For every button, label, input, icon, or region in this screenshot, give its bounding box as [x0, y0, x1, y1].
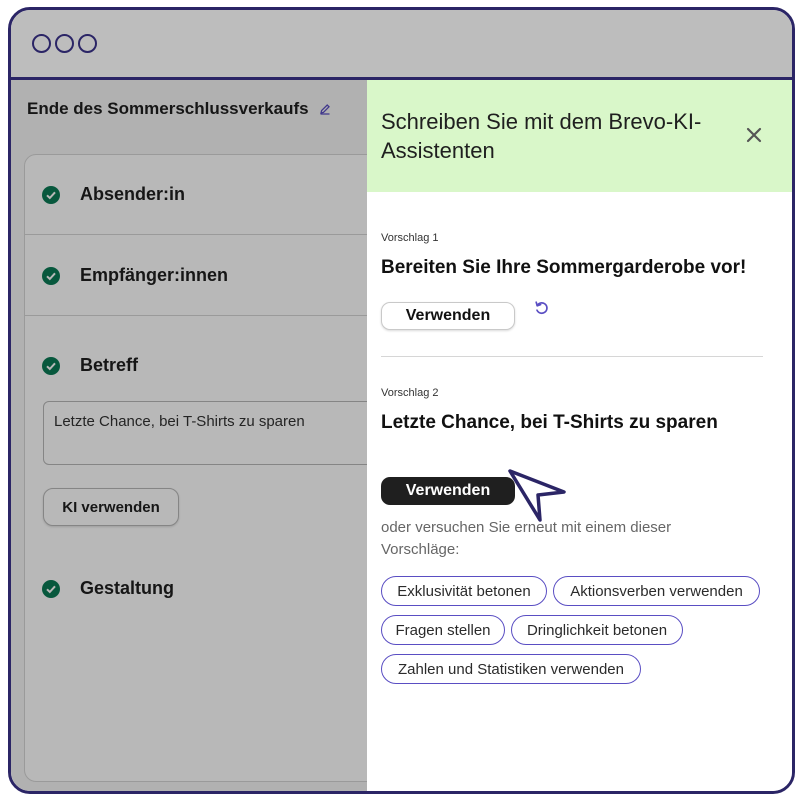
prompt-chip[interactable]: Zahlen und Statistiken verwenden [381, 654, 641, 684]
prompt-chip[interactable]: Dringlichkeit betonen [511, 615, 683, 645]
panel-header: Schreiben Sie mit dem Brevo-KI-Assistent… [367, 80, 792, 192]
refresh-icon[interactable] [533, 299, 551, 317]
divider [381, 356, 763, 357]
window-controls [32, 34, 97, 53]
use-suggestion-button[interactable]: Verwenden [381, 302, 515, 330]
ai-assistant-panel: Schreiben Sie mit dem Brevo-KI-Assistent… [367, 80, 792, 791]
suggestion-text: Bereiten Sie Ihre Sommergarderobe vor! [381, 257, 747, 278]
modal-overlay[interactable] [11, 80, 367, 791]
content-area: Ende des Sommerschlussverkaufs Absender:… [11, 80, 792, 791]
prompt-chip[interactable]: Exklusivität betonen [381, 576, 547, 606]
use-suggestion-button[interactable]: Verwenden [381, 477, 515, 505]
cursor-arrow-icon [508, 469, 566, 522]
prompt-chip[interactable]: Aktionsverben verwenden [553, 576, 760, 606]
window-dot[interactable] [55, 34, 74, 53]
title-bar [11, 10, 792, 80]
suggestion-label: Vorschlag 2 [381, 387, 439, 399]
close-icon[interactable] [743, 124, 765, 146]
suggestion-label: Vorschlag 1 [381, 232, 439, 244]
campaign-editor: Ende des Sommerschlussverkaufs Absender:… [11, 80, 406, 791]
suggestion-text: Letzte Chance, bei T-Shirts zu sparen [381, 412, 718, 433]
app-window: Ende des Sommerschlussverkaufs Absender:… [8, 7, 795, 794]
window-dot[interactable] [32, 34, 51, 53]
panel-title: Schreiben Sie mit dem Brevo-KI-Assistent… [381, 109, 702, 163]
prompt-chip[interactable]: Fragen stellen [381, 615, 505, 645]
window-dot[interactable] [78, 34, 97, 53]
